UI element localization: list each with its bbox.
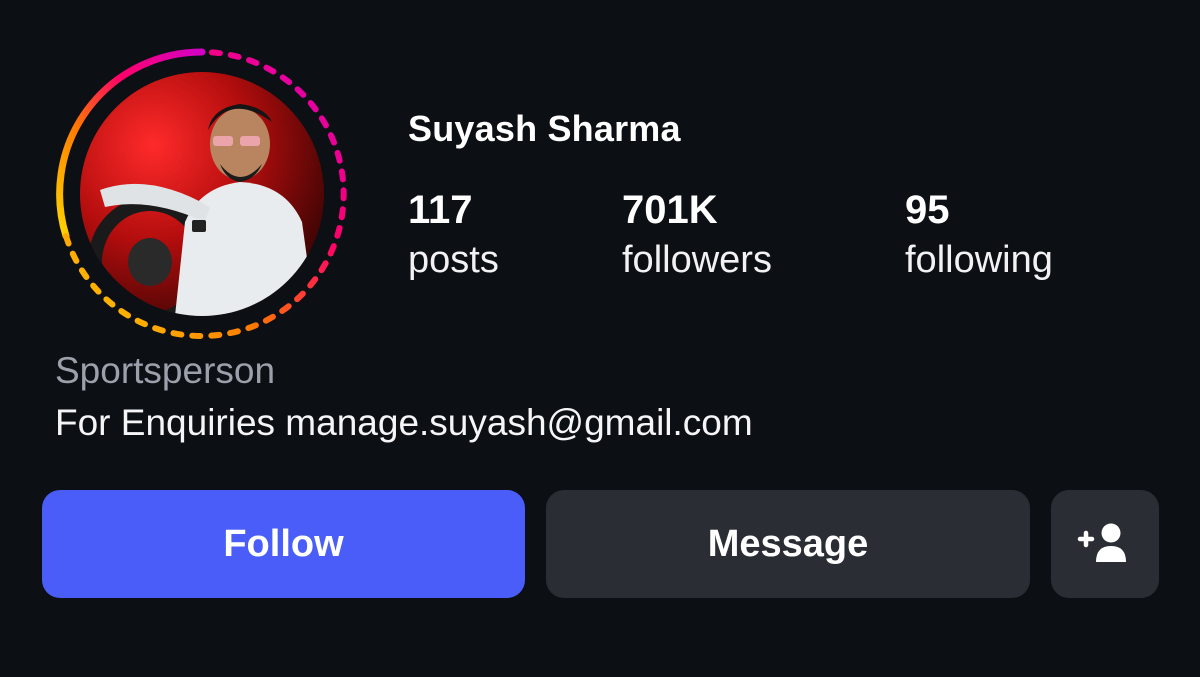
avatar-photo: [80, 72, 324, 316]
followers-stat[interactable]: 701K followers: [622, 186, 772, 286]
following-stat[interactable]: 95 following: [905, 186, 1053, 286]
add-user-icon: [1077, 523, 1126, 562]
profile-avatar[interactable]: [54, 46, 350, 342]
person-photo-icon: [88, 104, 315, 316]
posts-label: posts: [408, 239, 499, 281]
follow-button[interactable]: Follow: [42, 490, 525, 598]
posts-count: 117: [408, 188, 473, 232]
profile-bio: For Enquiries manage.suyash@gmail.com: [55, 402, 753, 443]
profile-category: Sportsperson: [55, 350, 276, 391]
followers-count: 701K: [622, 188, 718, 232]
followers-label: followers: [622, 239, 772, 281]
posts-stat[interactable]: 117 posts: [408, 186, 499, 286]
suggested-users-button[interactable]: [1051, 490, 1159, 598]
profile-header: Suyash Sharma 117 posts 701K followers 9…: [0, 0, 1200, 677]
profile-name: Suyash Sharma: [408, 108, 681, 149]
message-button[interactable]: Message: [546, 490, 1030, 598]
following-count: 95: [905, 188, 950, 232]
following-label: following: [905, 239, 1053, 281]
